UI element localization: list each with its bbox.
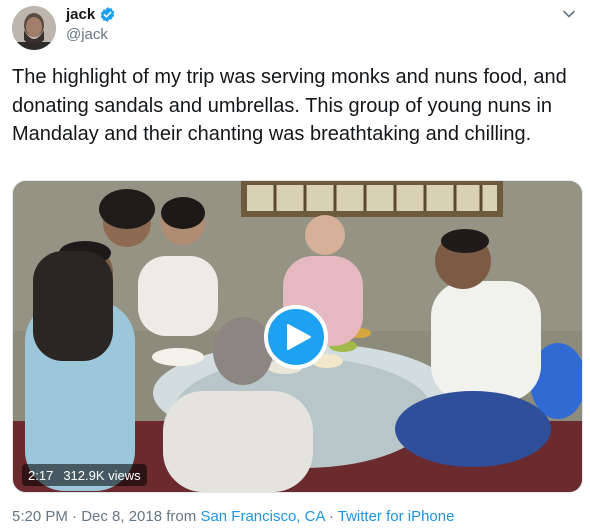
handle[interactable]: @jack xyxy=(66,26,108,43)
separator: · xyxy=(328,508,334,525)
chevron-down-icon[interactable] xyxy=(562,7,576,21)
author-name-row: jack xyxy=(66,6,116,23)
video-views: 312.9K views xyxy=(63,467,141,483)
source-link[interactable]: Twitter for iPhone xyxy=(338,508,455,525)
play-icon xyxy=(286,324,311,350)
from-label: from xyxy=(166,508,197,525)
video-player[interactable]: 2:17 312.9K views xyxy=(12,180,583,493)
display-name[interactable]: jack xyxy=(66,6,95,23)
timestamp[interactable]: 5:20 PM · Dec 8, 2018 xyxy=(12,508,162,525)
avatar[interactable] xyxy=(12,6,56,50)
location-link[interactable]: San Francisco, CA xyxy=(200,508,324,525)
video-duration: 2:17 xyxy=(28,467,54,483)
play-button[interactable] xyxy=(264,305,328,369)
tweet-footer: 5:20 PM · Dec 8, 2018 from San Francisco… xyxy=(12,508,454,525)
tweet-text: The highlight of my trip was serving mon… xyxy=(12,66,573,145)
avatar-image xyxy=(12,6,56,50)
verified-icon xyxy=(99,6,116,23)
video-meta: 2:17 312.9K views xyxy=(22,464,147,486)
tweet: jack @jack The highlight of my trip was … xyxy=(0,0,590,530)
